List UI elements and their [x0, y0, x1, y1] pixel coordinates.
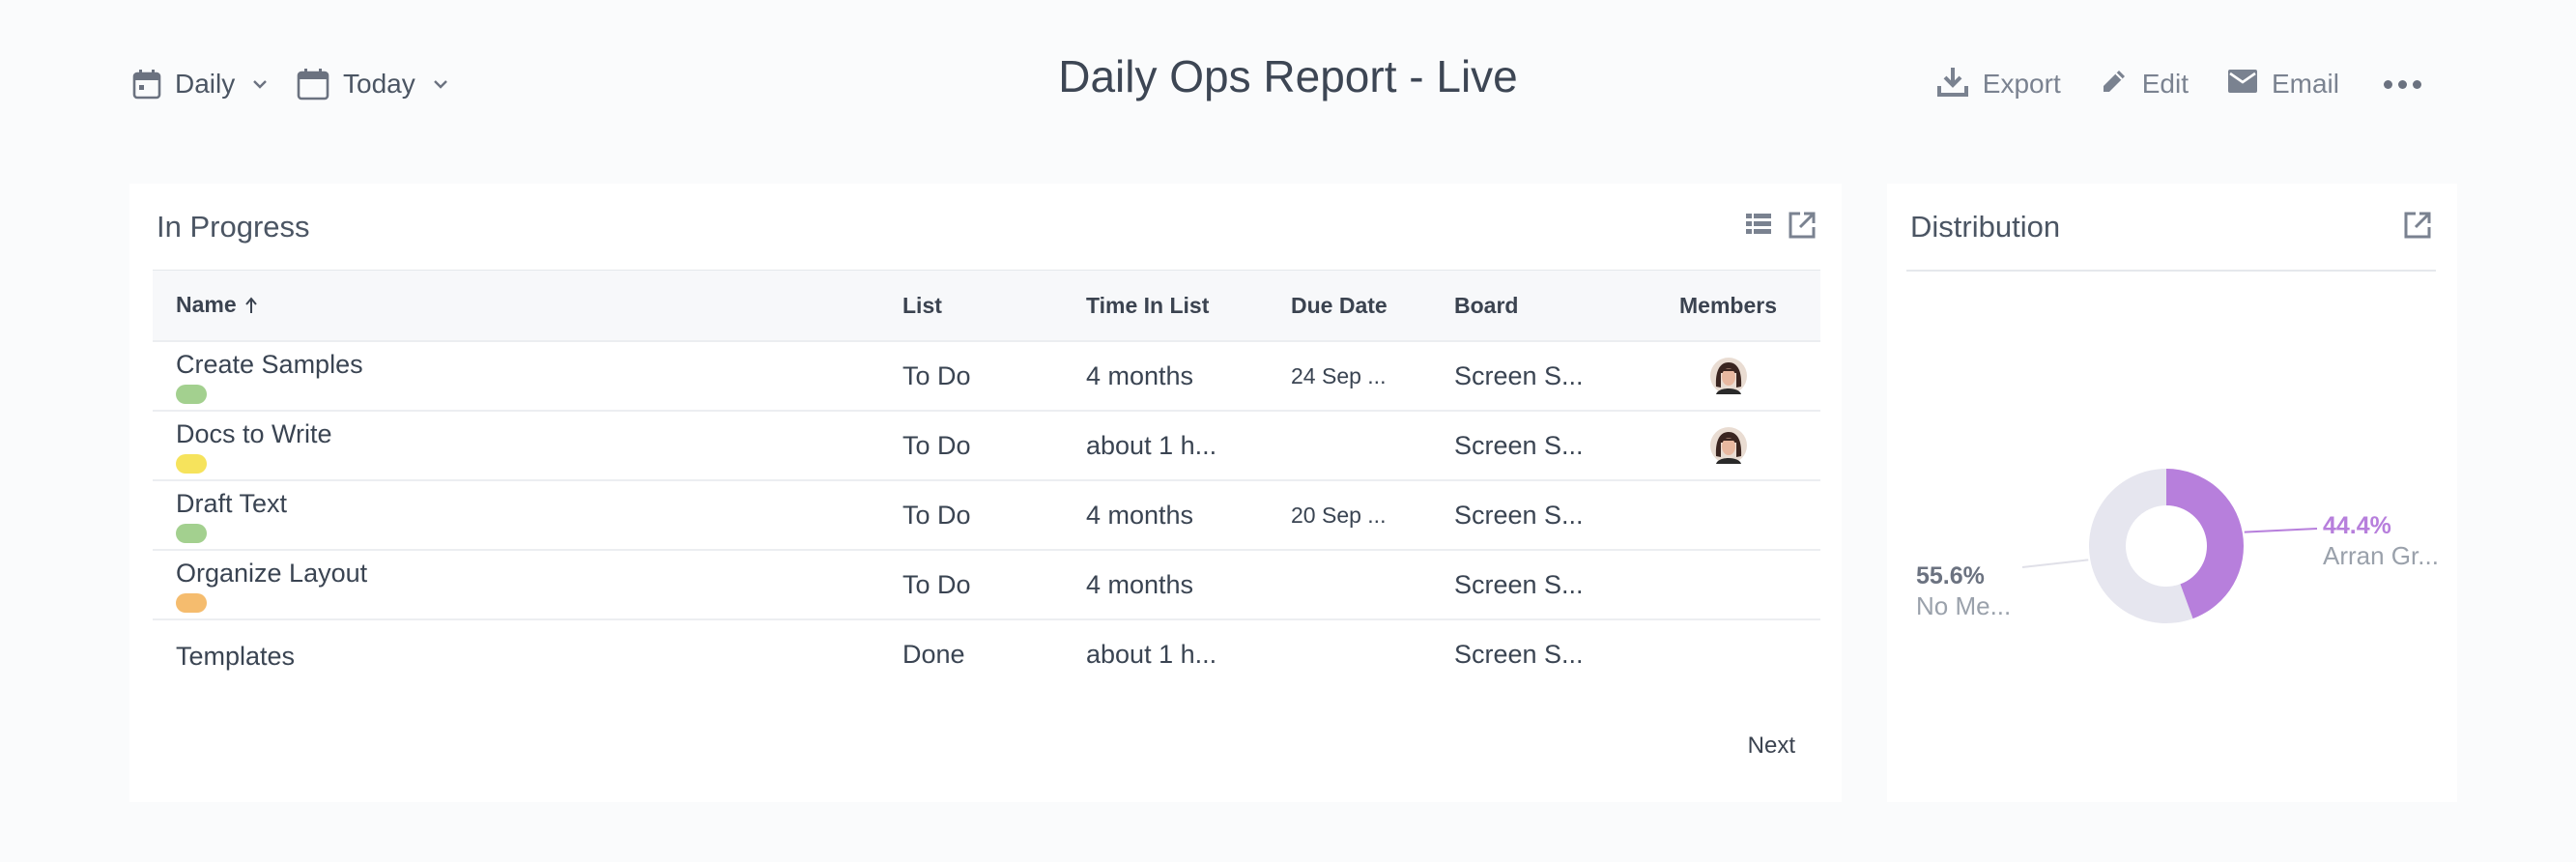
table-row[interactable]: Templates Done about 1 h... Screen S...	[153, 619, 1820, 688]
cell-time-in-list: about 1 h...	[1086, 411, 1291, 481]
column-label: Name	[176, 291, 237, 317]
edit-label: Edit	[2141, 69, 2189, 99]
cell-members	[1636, 411, 1820, 481]
card-name[interactable]: Draft Text	[176, 489, 287, 519]
column-header-members[interactable]: Members	[1636, 271, 1820, 342]
avatar[interactable]	[1709, 358, 1747, 394]
cell-members	[1636, 550, 1820, 620]
list-view-icon[interactable]	[1745, 211, 1772, 244]
cell-list: Done	[902, 639, 965, 669]
column-header-list[interactable]: List	[902, 271, 1086, 342]
slice-percent: 44.4%	[2323, 512, 2391, 539]
email-button[interactable]: Email	[2227, 69, 2339, 101]
cell-members	[1636, 619, 1820, 688]
cell-board: Screen S...	[1454, 480, 1636, 551]
card-name[interactable]: Docs to Write	[176, 419, 332, 449]
cell-name: Organize Layout	[153, 550, 902, 620]
dot-icon	[2384, 79, 2392, 89]
card-name[interactable]: Organize Layout	[176, 559, 367, 589]
dot-icon	[2398, 79, 2407, 89]
cell-members	[1636, 480, 1820, 551]
column-header-board[interactable]: Board	[1454, 271, 1636, 342]
download-icon	[1936, 65, 1969, 104]
export-button[interactable]: Export	[1936, 65, 2061, 104]
cell-board: Screen S...	[1454, 639, 1584, 669]
cell-due-date	[1291, 619, 1454, 688]
cell-due-date	[1291, 411, 1454, 481]
cell-time-in-list: 4 months	[1086, 550, 1291, 620]
table-row[interactable]: Docs to Write To Do about 1 h... Screen …	[153, 411, 1820, 481]
card-actions	[1745, 211, 1817, 244]
cell-due-date: 20 Sep ...	[1291, 480, 1454, 551]
leader-line	[2244, 528, 2318, 533]
email-label: Email	[2271, 69, 2339, 99]
label-chip	[176, 593, 207, 613]
report-toolbar: Daily Today Daily Ops Report - Live Expo…	[0, 0, 2576, 169]
mail-icon	[2227, 69, 2258, 101]
open-external-icon[interactable]	[1788, 211, 1817, 244]
avatar[interactable]	[1709, 427, 1747, 464]
cell-name: Draft Text	[153, 480, 902, 551]
cell-name: Create Samples	[153, 341, 902, 412]
pencil-icon	[2100, 67, 2129, 102]
column-header-time-in-list[interactable]: Time In List	[1086, 271, 1291, 342]
cell-list: To Do	[902, 550, 1086, 620]
report-actions: Export Edit Email	[1936, 60, 2421, 108]
cell-name: Docs to Write	[153, 411, 902, 481]
cell-due-date	[1291, 550, 1454, 620]
leader-line	[2021, 559, 2089, 568]
cell-list: To Do	[902, 341, 1086, 412]
cell-board: Screen S...	[1454, 550, 1636, 620]
cell-time-in-list: 4 months	[1086, 341, 1291, 412]
next-page-button[interactable]: Next	[1748, 733, 1795, 760]
table-header: Name List Time In List Due Date Board Me…	[153, 271, 1820, 342]
arrow-up-icon	[244, 294, 258, 319]
cell-due-date: 24 Sep ...	[1291, 341, 1454, 412]
card-name[interactable]: Templates	[176, 642, 295, 672]
slice-label: Arran Gr...	[2323, 541, 2439, 570]
distribution-card: Distribution 55.6% No Me... 44.4% Arran …	[1887, 184, 2457, 802]
card-title: In Progress	[157, 210, 310, 244]
more-options-button[interactable]	[2378, 79, 2421, 89]
label-chip	[176, 385, 207, 404]
in-progress-table: Name List Time In List Due Date Board Me…	[153, 271, 1820, 688]
column-header-name[interactable]: Name	[153, 271, 902, 342]
slice-label: No Me...	[1916, 591, 2012, 620]
cell-time-in-list: about 1 h...	[1086, 639, 1217, 669]
slice-percent: 55.6%	[1916, 562, 1985, 589]
cell-board: Screen S...	[1454, 411, 1636, 481]
cell-members	[1636, 341, 1820, 412]
cell-list: To Do	[902, 480, 1086, 551]
cell-board: Screen S...	[1454, 341, 1636, 412]
label-chip	[176, 454, 207, 474]
table-row[interactable]: Draft Text To Do 4 months 20 Sep ... Scr…	[153, 480, 1820, 551]
table-row[interactable]: Create Samples To Do 4 months 24 Sep ...…	[153, 341, 1820, 412]
edit-button[interactable]: Edit	[2100, 67, 2189, 102]
cell-name: Templates	[153, 619, 902, 688]
label-chip	[176, 524, 207, 543]
export-label: Export	[1982, 69, 2061, 99]
table-row[interactable]: Organize Layout To Do 4 months Screen S.…	[153, 550, 1820, 620]
cell-list: To Do	[902, 411, 1086, 481]
column-header-due-date[interactable]: Due Date	[1291, 271, 1454, 342]
card-name[interactable]: Create Samples	[176, 350, 363, 380]
dot-icon	[2413, 79, 2421, 89]
cell-time-in-list: 4 months	[1086, 480, 1291, 551]
in-progress-card: In Progress Name List Time In List Due D…	[129, 184, 1842, 802]
distribution-donut-chart	[2021, 469, 2318, 623]
